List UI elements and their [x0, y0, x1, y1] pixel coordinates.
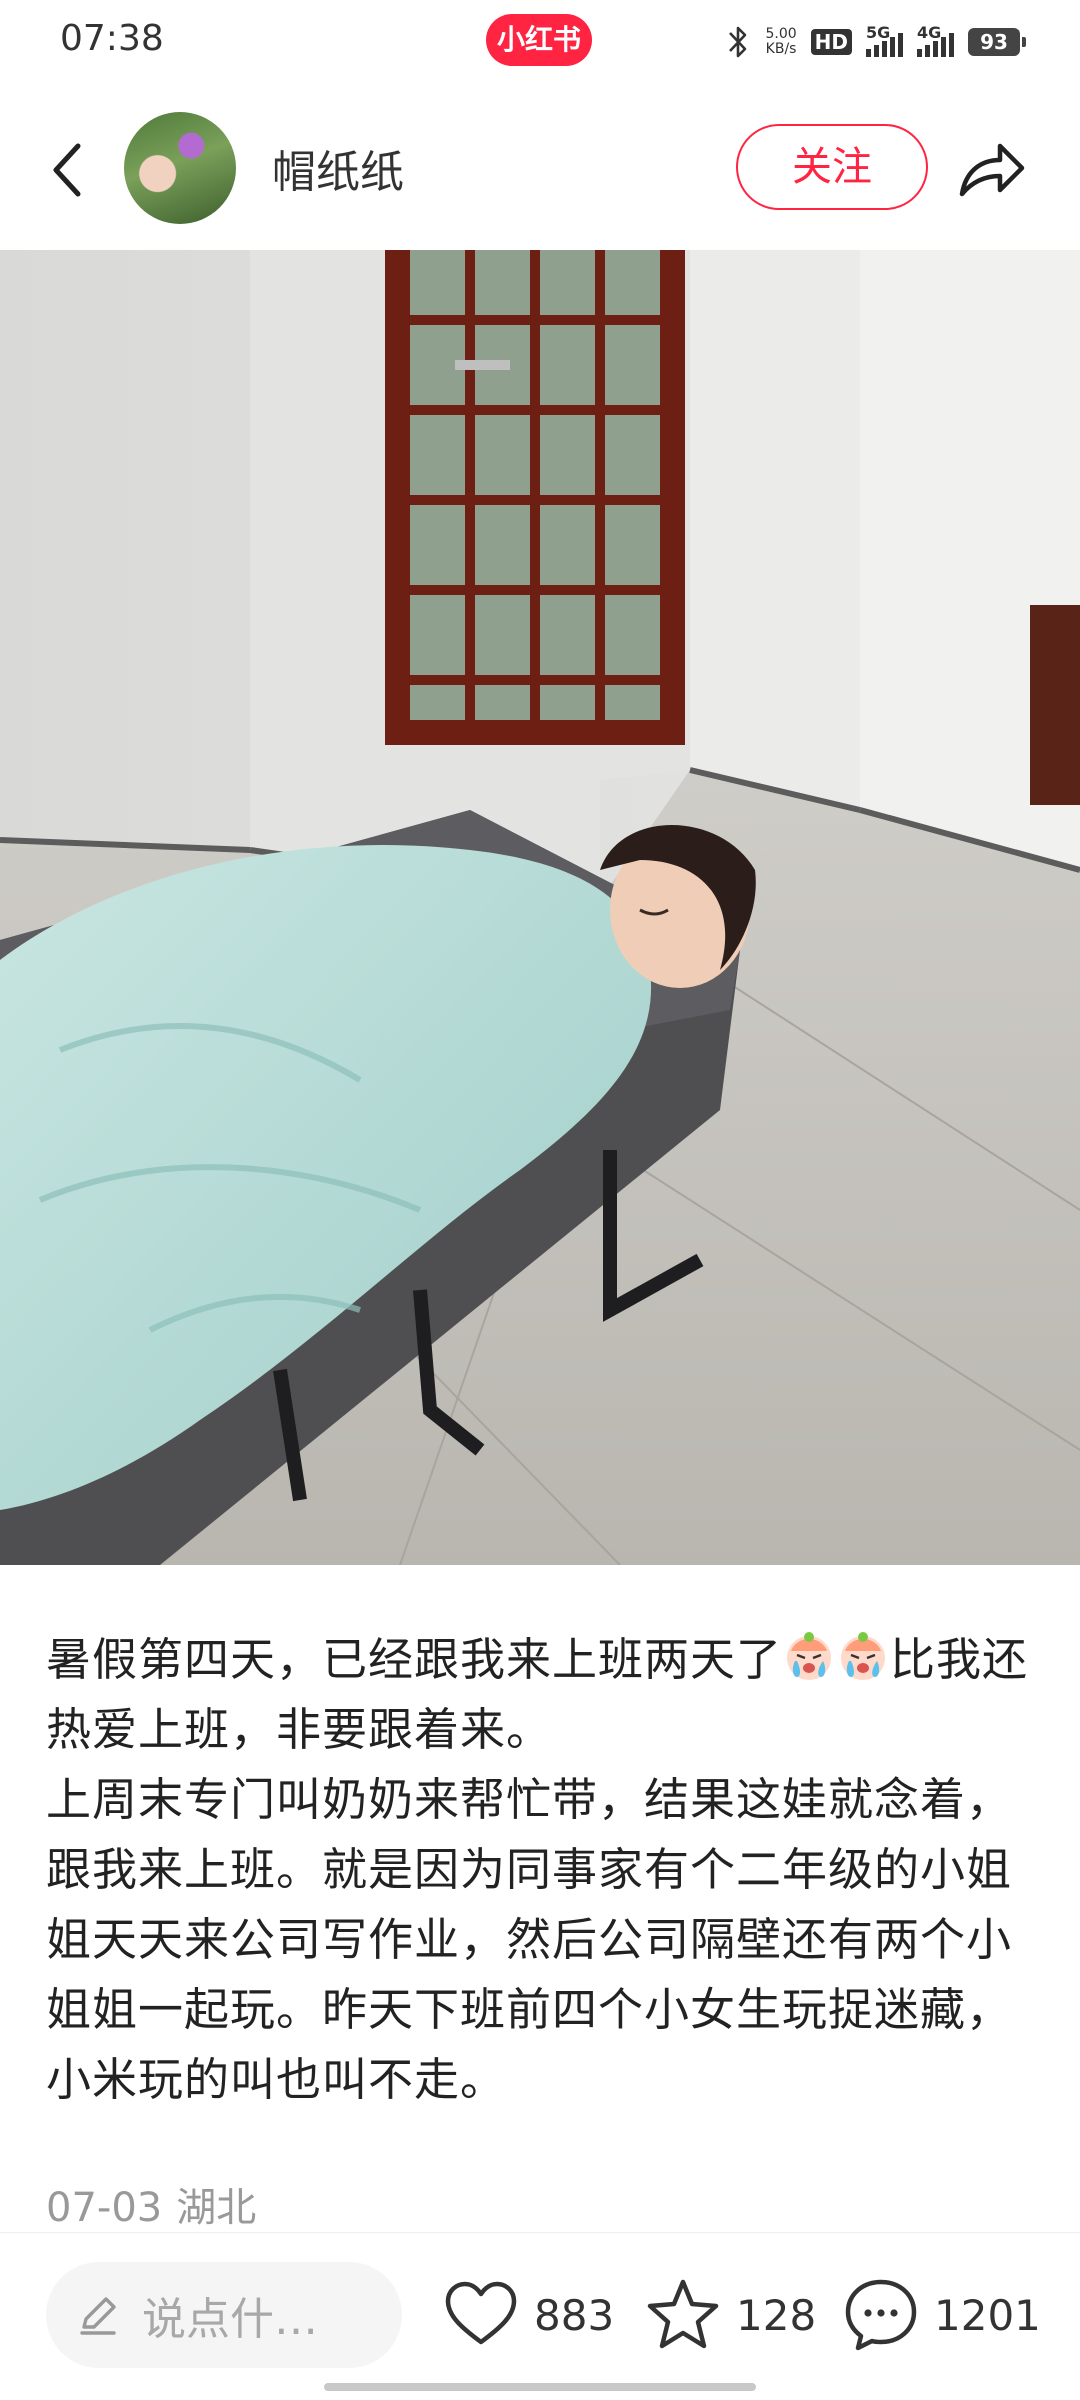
comment-placeholder: 说点什… — [142, 2294, 318, 2345]
battery-icon: 93 — [968, 28, 1026, 56]
collect-count: 128 — [736, 2290, 817, 2340]
network-speed-unit: KB/s — [765, 41, 797, 57]
share-button[interactable] — [950, 128, 1034, 208]
back-button[interactable] — [36, 130, 96, 210]
signal-4g-label: 4G — [917, 23, 942, 42]
crying-face-emoji-icon — [787, 1632, 832, 1680]
photo-illustration — [0, 250, 1080, 1565]
app-badge: 小红书 — [486, 14, 592, 66]
note-date: 07-03 — [46, 2185, 163, 2231]
chevron-left-icon — [53, 143, 81, 197]
note-text-part-1: 暑假第四天，已经跟我来上班两天了 — [46, 1633, 783, 1686]
heart-icon — [445, 2281, 517, 2345]
status-icons: 5.00 KB/s HD 5G 4G 93 — [725, 22, 1026, 62]
comment-button[interactable]: 1201 — [842, 2270, 1041, 2360]
note-photo[interactable] — [0, 250, 1080, 1565]
status-time: 07:38 — [60, 18, 164, 59]
note-meta: 07-03 湖北 — [46, 2175, 256, 2233]
bluetooth-icon — [729, 26, 747, 58]
chat-bubble-icon — [845, 2279, 917, 2351]
note-paragraph-1: 暑假第四天，已经跟我来上班两天了 比我还热爱上班，非要跟着来。 — [46, 1625, 1036, 1765]
network-speed: 5.00 KB/s — [765, 27, 796, 57]
note-content: 暑假第四天，已经跟我来上班两天了 比我还热爱上班，非要跟着来。 上周末专门叫奶奶来… — [46, 1625, 1036, 2115]
signal-4g-icon: 4G — [917, 23, 954, 57]
comment-count: 1201 — [934, 2290, 1041, 2340]
note-paragraph-2: 上周末专门叫奶奶来帮忙带，结果这娃就念着，跟我来上班。就是因为同事家有个二年级的… — [46, 1773, 1013, 2106]
hd-voice-icon: HD — [810, 29, 852, 55]
note-header: 帽纸纸 关注 — [0, 100, 1080, 240]
signal-5g-icon: 5G — [866, 23, 903, 57]
like-button[interactable]: 883 — [442, 2270, 614, 2360]
collect-button[interactable]: 128 — [644, 2270, 816, 2360]
author-avatar[interactable] — [124, 112, 236, 224]
comment-input[interactable]: 说点什… — [46, 2262, 402, 2368]
note-location: 湖北 — [176, 2185, 257, 2231]
author-name[interactable]: 帽纸纸 — [272, 136, 404, 200]
home-indicator[interactable] — [324, 2383, 756, 2391]
status-bar: 07:38 小红书 5.00 KB/s HD 5G 4G 93 — [0, 0, 1080, 84]
like-count: 883 — [534, 2290, 615, 2340]
star-icon — [647, 2279, 719, 2349]
bottom-bar-divider — [0, 2232, 1080, 2233]
signal-5g-label: 5G — [866, 23, 891, 42]
follow-button[interactable]: 关注 — [736, 124, 928, 210]
pencil-icon — [80, 2297, 116, 2335]
crying-face-emoji-icon — [841, 1632, 886, 1680]
share-arrow-icon — [959, 143, 1025, 197]
network-speed-value: 5.00 — [765, 26, 797, 42]
